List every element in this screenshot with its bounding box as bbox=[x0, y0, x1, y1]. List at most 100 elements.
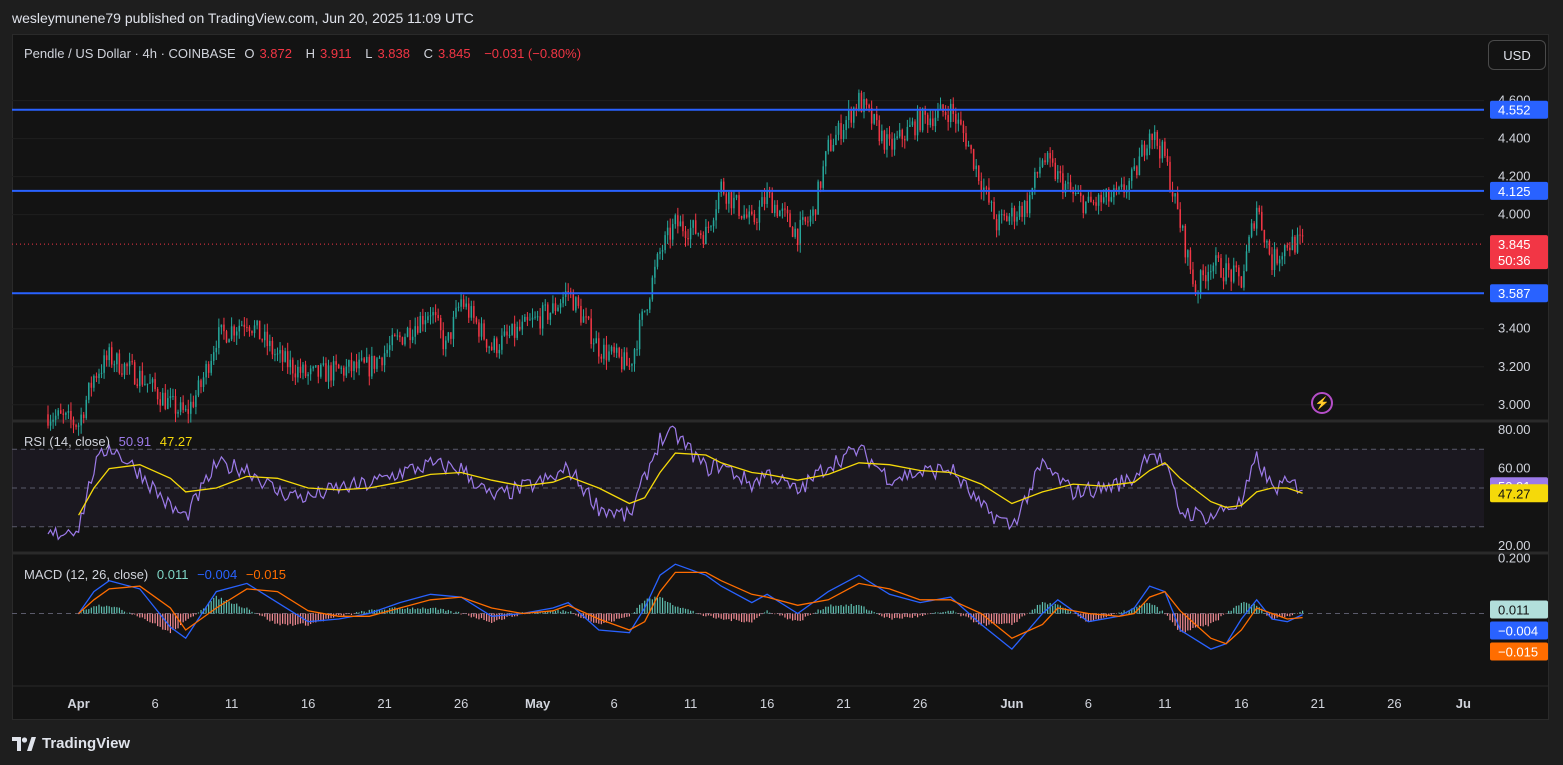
macd-histogram-bar bbox=[241, 607, 243, 614]
macd-histogram-bar bbox=[338, 613, 340, 616]
macd-histogram-bar bbox=[1284, 613, 1286, 618]
candle-body bbox=[248, 327, 251, 332]
macd-histogram-bar bbox=[233, 603, 235, 614]
macd-histogram-bar bbox=[1222, 613, 1225, 615]
macd-histogram-bar bbox=[937, 612, 939, 614]
candle-body bbox=[773, 204, 776, 214]
candle-body bbox=[281, 350, 284, 362]
macd-histogram-bar bbox=[149, 613, 151, 623]
candle-body bbox=[90, 382, 93, 388]
macd-histogram-bar bbox=[626, 613, 628, 617]
candle-body bbox=[901, 129, 904, 140]
macd-histogram-bar bbox=[837, 605, 840, 614]
time-axis-tick-label: May bbox=[525, 696, 551, 711]
macd-histogram-bar bbox=[187, 613, 189, 619]
macd-histogram-bar bbox=[192, 613, 194, 617]
macd-histogram-bar bbox=[182, 613, 184, 623]
symbol-title[interactable]: Pendle / US Dollar · 4h · COINBASE bbox=[24, 46, 236, 61]
macd-histogram-bar bbox=[1289, 613, 1291, 617]
macd-histogram-bar bbox=[358, 612, 360, 614]
candle-body bbox=[297, 366, 299, 378]
time-axis-tick-label: 16 bbox=[301, 696, 315, 711]
rsi-tick-label: 60.00 bbox=[1498, 461, 1531, 476]
candle-body bbox=[1230, 269, 1232, 282]
macd-histogram-bar bbox=[761, 613, 763, 615]
candle-body bbox=[1057, 171, 1059, 180]
candle-body bbox=[1141, 144, 1143, 157]
macd-histogram-bar bbox=[282, 613, 284, 624]
macd-histogram-bar bbox=[883, 613, 885, 618]
candle-body bbox=[1212, 265, 1215, 272]
candle-body bbox=[1115, 188, 1118, 190]
candle-body bbox=[496, 338, 498, 354]
macd-histogram-bar bbox=[855, 605, 857, 614]
price-tick-label: 4.200 bbox=[1498, 169, 1531, 184]
macd-histogram-bar bbox=[1189, 613, 1191, 631]
candle-body bbox=[1013, 207, 1016, 222]
footer-brand: TradingView bbox=[42, 735, 131, 752]
candle-body bbox=[116, 353, 118, 365]
candle-body bbox=[664, 235, 666, 251]
candle-body bbox=[327, 365, 330, 382]
candle-body bbox=[85, 399, 88, 419]
candle-body bbox=[957, 119, 960, 124]
macd-histogram-bar bbox=[172, 613, 174, 630]
candle-body bbox=[618, 347, 620, 357]
candle-body bbox=[1271, 254, 1273, 271]
macd-histogram-bar bbox=[93, 606, 95, 614]
candle-body bbox=[49, 421, 52, 426]
macd-histogram-bar bbox=[789, 613, 791, 619]
macd-histogram-bar bbox=[707, 613, 710, 616]
candle-body bbox=[603, 344, 605, 359]
lightning-bolt-icon[interactable]: ⚡ bbox=[1311, 392, 1333, 414]
candle-body bbox=[610, 346, 613, 352]
macd-hist-value: 0.011 bbox=[156, 567, 189, 582]
macd-histogram-bar bbox=[692, 610, 694, 614]
candle-body bbox=[1143, 144, 1146, 156]
candle-body bbox=[378, 357, 381, 359]
candle-body bbox=[1174, 193, 1176, 197]
macd-histogram-bar bbox=[134, 613, 136, 615]
candle-body bbox=[516, 326, 518, 338]
macd-histogram-bar bbox=[927, 613, 929, 615]
candle-body bbox=[822, 166, 824, 188]
candle-body bbox=[238, 325, 241, 332]
chart-canvas[interactable]: 4.6004.4004.2004.0003.4003.2003.0004.552… bbox=[12, 34, 1549, 720]
candle-body bbox=[110, 347, 113, 365]
candle-body bbox=[212, 352, 215, 361]
macd-histogram-bar bbox=[177, 613, 179, 629]
macd-histogram-bar bbox=[118, 607, 120, 614]
candle-body bbox=[243, 324, 246, 327]
candle-body bbox=[98, 373, 100, 379]
open-label: O bbox=[244, 46, 255, 61]
rsi-title[interactable]: RSI (14, close) bbox=[24, 434, 110, 449]
candle-body bbox=[1028, 195, 1031, 214]
macd-title[interactable]: MACD (12, 26, close) bbox=[24, 567, 148, 582]
candle-body bbox=[195, 395, 197, 407]
macd-histogram-bar bbox=[945, 611, 947, 614]
candle-body bbox=[391, 334, 394, 346]
candle-body bbox=[1192, 269, 1194, 285]
currency-button[interactable]: USD bbox=[1488, 40, 1546, 70]
candle-body bbox=[669, 227, 671, 240]
macd-histogram-bar bbox=[700, 613, 702, 615]
open-value: 3.872 bbox=[259, 46, 292, 61]
high-value: 3.911 bbox=[320, 46, 352, 61]
candle-body bbox=[1187, 250, 1189, 258]
time-axis-tick-label: 26 bbox=[1387, 696, 1401, 711]
candle-body bbox=[654, 266, 656, 278]
candle-body bbox=[728, 192, 730, 204]
macd-histogram-bar bbox=[452, 613, 455, 614]
candle-body bbox=[452, 316, 455, 339]
candle-body bbox=[501, 335, 503, 350]
macd-histogram-bar bbox=[141, 613, 143, 618]
macd-histogram-bar bbox=[167, 613, 169, 631]
candle-body bbox=[261, 339, 263, 341]
candle-body bbox=[258, 320, 261, 340]
candle-body bbox=[794, 228, 796, 237]
macd-histogram-bar bbox=[1230, 610, 1232, 614]
candle-body bbox=[557, 307, 559, 311]
candle-body bbox=[740, 215, 743, 219]
candle-body bbox=[376, 358, 378, 369]
macd-histogram-bar bbox=[139, 613, 141, 618]
